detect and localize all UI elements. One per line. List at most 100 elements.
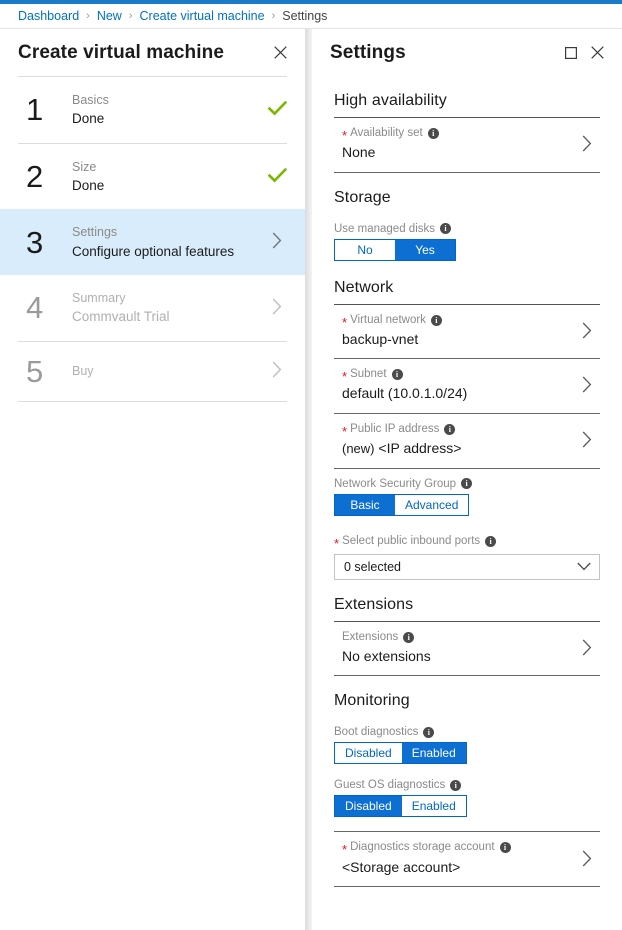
info-icon[interactable]: i bbox=[431, 315, 442, 326]
toggle-option-enabled[interactable]: Enabled bbox=[402, 743, 466, 763]
toggle-option-enabled[interactable]: Enabled bbox=[402, 796, 466, 816]
toggle-option-yes[interactable]: Yes bbox=[395, 240, 455, 260]
field-value: (new) <IP address> bbox=[342, 438, 574, 459]
field-value: default (10.0.1.0/24) bbox=[342, 383, 574, 403]
info-icon[interactable]: i bbox=[461, 478, 472, 489]
field-content: Extensions i No extensions bbox=[334, 629, 574, 667]
chevron-right-icon[interactable] bbox=[574, 431, 600, 448]
create-vm-blade-title: Create virtual machine bbox=[18, 42, 267, 64]
chevron-down-icon[interactable] bbox=[577, 562, 591, 571]
step-status: Configure optional features bbox=[72, 242, 263, 262]
field-label: Public IP address bbox=[350, 421, 439, 438]
azure-portal-window: Dashboard › New › Create virtual machine… bbox=[0, 0, 622, 930]
step-text: Size Done bbox=[72, 158, 263, 196]
info-icon[interactable]: i bbox=[440, 223, 451, 234]
chevron-right-icon[interactable] bbox=[574, 850, 600, 867]
field-label-row: * Public IP address i bbox=[342, 421, 574, 438]
close-icon[interactable] bbox=[584, 40, 610, 66]
chevron-right-icon[interactable] bbox=[574, 639, 600, 656]
toggle-option-disabled[interactable]: Disabled bbox=[335, 796, 402, 816]
settings-blade-header: Settings bbox=[312, 29, 622, 76]
chevron-right-icon[interactable] bbox=[574, 135, 600, 152]
info-icon[interactable]: i bbox=[500, 842, 511, 853]
step-label: Settings bbox=[72, 223, 263, 241]
section-title-extensions: Extensions bbox=[334, 580, 600, 621]
chevron-right-icon[interactable] bbox=[574, 376, 600, 393]
field-label: Boot diagnostics bbox=[334, 726, 418, 738]
field-virtual-network[interactable]: * Virtual network i backup-vnet bbox=[334, 305, 600, 359]
breadcrumb-item-new[interactable]: New bbox=[97, 9, 122, 23]
required-asterisk: * bbox=[334, 537, 339, 550]
check-icon bbox=[268, 101, 287, 119]
field-content: * Availability set i None bbox=[334, 125, 574, 163]
info-icon[interactable]: i bbox=[444, 424, 455, 435]
breadcrumb: Dashboard › New › Create virtual machine… bbox=[0, 4, 622, 29]
info-icon[interactable]: i bbox=[423, 727, 434, 738]
step-text: Basics Done bbox=[72, 91, 263, 129]
select-public-inbound-ports[interactable]: 0 selected bbox=[334, 554, 600, 580]
breadcrumb-item-create-virtual-machine[interactable]: Create virtual machine bbox=[140, 9, 265, 23]
toggle-guest-os-diagnostics[interactable]: Disabled Enabled bbox=[334, 795, 467, 817]
step-status-icon bbox=[263, 298, 291, 318]
info-icon[interactable]: i bbox=[428, 128, 439, 139]
breadcrumb-item-dashboard[interactable]: Dashboard bbox=[18, 9, 79, 23]
chevron-right-icon bbox=[272, 298, 282, 318]
wizard-step-settings[interactable]: 3 Settings Configure optional features bbox=[0, 209, 305, 275]
field-public-ip-address[interactable]: * Public IP address i (new) <IP address> bbox=[334, 414, 600, 468]
field-label: Guest OS diagnostics bbox=[334, 779, 445, 791]
toggle-boot-diagnostics[interactable]: Disabled Enabled bbox=[334, 742, 467, 764]
divider bbox=[334, 304, 600, 305]
field-value: backup-vnet bbox=[342, 329, 574, 349]
divider bbox=[334, 413, 600, 414]
field-label-row: * Virtual network i bbox=[342, 312, 574, 329]
divider bbox=[334, 621, 600, 622]
create-vm-blade-header: Create virtual machine bbox=[0, 29, 305, 76]
field-extensions[interactable]: Extensions i No extensions bbox=[334, 622, 600, 676]
field-diagnostics-storage-account[interactable]: * Diagnostics storage account i <Storage… bbox=[334, 832, 600, 886]
field-label-row: Extensions i bbox=[342, 629, 574, 646]
required-asterisk: * bbox=[342, 316, 347, 329]
wizard-step-basics[interactable]: 1 Basics Done bbox=[0, 77, 305, 143]
field-value: None bbox=[342, 142, 574, 162]
field-subnet[interactable]: * Subnet i default (10.0.1.0/24) bbox=[334, 359, 600, 413]
toggle-option-no[interactable]: No bbox=[335, 240, 395, 260]
divider bbox=[334, 358, 600, 359]
toggle-use-managed-disks[interactable]: No Yes bbox=[334, 239, 456, 261]
spacer bbox=[334, 518, 600, 526]
maximize-icon[interactable] bbox=[558, 40, 584, 66]
field-label: Network Security Group bbox=[334, 478, 456, 490]
divider bbox=[334, 886, 600, 887]
required-asterisk: * bbox=[342, 129, 347, 142]
toggle-option-basic[interactable]: Basic bbox=[335, 495, 395, 515]
step-status: Done bbox=[72, 109, 263, 129]
breadcrumb-separator-icon: › bbox=[86, 10, 90, 22]
field-label: Virtual network bbox=[350, 312, 426, 329]
toggle-network-security-group[interactable]: Basic Advanced bbox=[334, 494, 469, 516]
close-icon[interactable] bbox=[267, 40, 293, 66]
info-icon[interactable]: i bbox=[392, 369, 403, 380]
toggle-option-advanced[interactable]: Advanced bbox=[395, 495, 468, 515]
wizard-step-buy[interactable]: 5 Buy bbox=[0, 342, 305, 401]
divider bbox=[334, 675, 600, 676]
field-content: * Diagnostics storage account i <Storage… bbox=[334, 839, 574, 877]
step-text: Settings Configure optional features bbox=[72, 223, 263, 261]
toggle-option-disabled[interactable]: Disabled bbox=[335, 743, 402, 763]
field-label-use-managed-disks: Use managed disks i bbox=[334, 214, 600, 239]
field-value: <Storage account> bbox=[342, 857, 574, 877]
step-status: Done bbox=[72, 176, 263, 196]
info-icon[interactable]: i bbox=[485, 536, 496, 547]
field-label: Diagnostics storage account bbox=[350, 839, 494, 856]
blade-container: Create virtual machine 1 Basics Done bbox=[0, 29, 622, 930]
step-status-icon bbox=[263, 101, 291, 119]
step-status-icon bbox=[263, 232, 291, 252]
field-value: No extensions bbox=[342, 646, 574, 666]
step-number: 1 bbox=[26, 94, 72, 125]
field-label: Select public inbound ports bbox=[342, 535, 480, 547]
field-availability-set[interactable]: * Availability set i None bbox=[334, 118, 600, 172]
info-icon[interactable]: i bbox=[450, 780, 461, 791]
step-label: Basics bbox=[72, 91, 263, 109]
wizard-step-summary[interactable]: 4 Summary Commvault Trial bbox=[0, 275, 305, 341]
wizard-step-size[interactable]: 2 Size Done bbox=[0, 144, 305, 210]
info-icon[interactable]: i bbox=[403, 632, 414, 643]
chevron-right-icon[interactable] bbox=[574, 322, 600, 339]
